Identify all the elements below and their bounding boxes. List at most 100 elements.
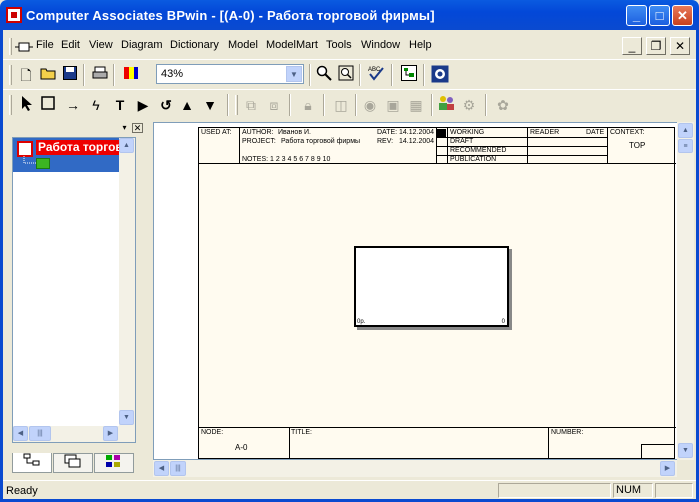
menu-dictionary[interactable]: Dictionary [170,39,219,51]
standard-toolbar: 🗋 43% ▼ ABC [3,59,696,89]
disabled-tool-icon: ⧈ [269,97,279,113]
tree-root-label[interactable]: Работа торговой фирмы [36,140,120,155]
scroll-left-icon[interactable]: ◀ [13,426,28,441]
go-up-icon[interactable]: ▲ [177,95,197,115]
scroll-left-icon[interactable]: ◀ [154,461,169,476]
mdi-minimize-button[interactable]: _ [622,37,642,55]
toolbar-separator [485,94,487,116]
scroll-corner [677,460,694,477]
menu-view[interactable]: View [89,39,113,51]
toolbar-grip[interactable] [9,65,12,85]
save-icon[interactable] [60,65,80,85]
minimize-button[interactable]: _ [626,5,647,26]
zoom-value: 43% [161,68,184,80]
menu-model[interactable]: Model [228,39,258,51]
pane-menu-icon[interactable]: ▾ [119,123,130,133]
menu-diagram[interactable]: Diagram [121,39,163,51]
toolbar-separator [113,64,115,86]
toolbar-separator [431,94,433,116]
scroll-down-icon[interactable]: ▼ [119,410,134,425]
author-value: Иванов И. [278,129,311,136]
tree-horizontal-scrollbar[interactable]: ◀ ||| ▶ [13,426,135,442]
close-button[interactable]: ✕ [672,5,693,26]
tab-objects[interactable] [94,453,134,473]
scroll-down-icon[interactable]: ▼ [678,443,693,458]
scroll-right-icon[interactable]: ▶ [660,461,675,476]
scroll-right-icon[interactable]: ▶ [103,426,118,441]
working-checkbox [437,129,446,137]
node-label: NODE: [201,429,224,436]
project-value: Работа торговой фирмы [281,138,361,145]
pane-splitter[interactable] [146,122,153,476]
activity-node-icon[interactable] [17,141,33,157]
child-activity-icon[interactable] [36,158,50,169]
print-icon[interactable] [90,65,110,85]
scroll-thumb[interactable]: ≡ [678,139,693,153]
toolbar-separator [391,64,393,86]
tab-diagrams[interactable] [53,453,93,473]
go-to-child-icon[interactable]: ▶ [133,95,153,115]
diagram-canvas[interactable]: USED AT: AUTHOR: Иванов И. PROJECT: Рабо… [153,122,678,460]
toolbar-grip[interactable] [235,95,238,115]
menu-tools[interactable]: Tools [326,39,352,51]
menu-bar: File Edit View Diagram Dictionary Model … [3,33,696,59]
text-tool-icon[interactable]: T [110,95,130,115]
lock-icon: 🔒︎ [304,97,312,113]
mdi-restore-button[interactable]: ❐ [646,37,666,55]
squiggle-tool-icon[interactable]: ϟ [86,95,106,115]
notes-label: NOTES: 1 2 3 4 5 6 7 8 9 10 [242,156,331,163]
model-explorer-icon[interactable] [399,65,419,85]
disabled-tool-icon: ▦ [409,97,423,113]
activity-tree[interactable]: Работа торговой фирмы ▲ ▼ ◀ ||| ▶ [12,137,136,443]
box-tool-icon[interactable] [38,95,58,115]
title-bar: Computer Associates BPwin - [(A-0) - Раб… [0,0,699,30]
menu-modelmart[interactable]: ModelMart [266,39,318,51]
divider-line [239,128,240,163]
toolbar-grip[interactable] [9,95,12,115]
go-to-parent-icon[interactable]: ↺ [156,95,176,115]
scroll-thumb[interactable]: ||| [170,461,186,476]
menu-file[interactable]: File [36,39,54,51]
open-folder-icon[interactable] [38,65,58,85]
modelmart-icon[interactable] [430,65,450,85]
window-title: Computer Associates BPwin - [(A-0) - Раб… [26,8,435,23]
activity-box[interactable]: 0р. 0 [354,246,509,327]
scroll-up-icon[interactable]: ▲ [678,123,693,138]
menu-edit[interactable]: Edit [61,39,80,51]
tree-vertical-scrollbar[interactable]: ▲ ▼ [119,138,135,442]
chevron-down-icon[interactable]: ▼ [286,66,302,82]
canvas-vertical-scrollbar[interactable]: ▲ ≡ ▼ [677,122,694,460]
title-label: TITLE: [291,429,313,436]
pointer-tool-icon[interactable] [17,95,37,115]
header-bottom-line [199,163,676,164]
pane-close-button[interactable]: ✕ [132,123,143,133]
menu-help[interactable]: Help [409,39,432,51]
toolbar-separator [355,94,357,116]
menu-grip[interactable] [9,38,12,55]
rev-label: REV: [377,138,394,145]
toolbar-separator [227,94,229,116]
mdi-close-button[interactable]: ✕ [670,37,690,55]
color-icon[interactable] [121,65,141,85]
spell-check-icon[interactable]: ABC [366,65,386,85]
users-icon[interactable] [437,95,457,115]
zoom-in-icon[interactable] [314,65,334,85]
arrow-tool-icon[interactable]: → [63,95,83,115]
bpwin-app-icon [6,7,22,23]
zoom-select[interactable]: 43% ▼ [156,64,304,84]
maximize-button[interactable]: □ [649,5,670,26]
toolbar-separator [359,64,361,86]
date-label: DATE: [377,129,398,136]
document-icon[interactable] [15,41,33,53]
canvas-horizontal-scrollbar[interactable]: ◀ ||| ▶ [153,460,677,477]
scroll-up-icon[interactable]: ▲ [119,138,134,153]
model-explorer-pane: ▾ ✕ Работа торговой фирмы ▲ ▼ ◀ ||| ▶ [3,122,146,476]
menu-window[interactable]: Window [361,39,400,51]
zoom-fit-icon[interactable] [336,65,356,85]
context-value: TOP [629,141,646,150]
tab-activities[interactable] [12,453,52,473]
go-down-icon[interactable]: ▼ [200,95,220,115]
status-working: WORKING [450,129,485,136]
new-file-icon[interactable]: 🗋 [16,65,36,85]
scroll-thumb[interactable]: ||| [29,426,51,441]
